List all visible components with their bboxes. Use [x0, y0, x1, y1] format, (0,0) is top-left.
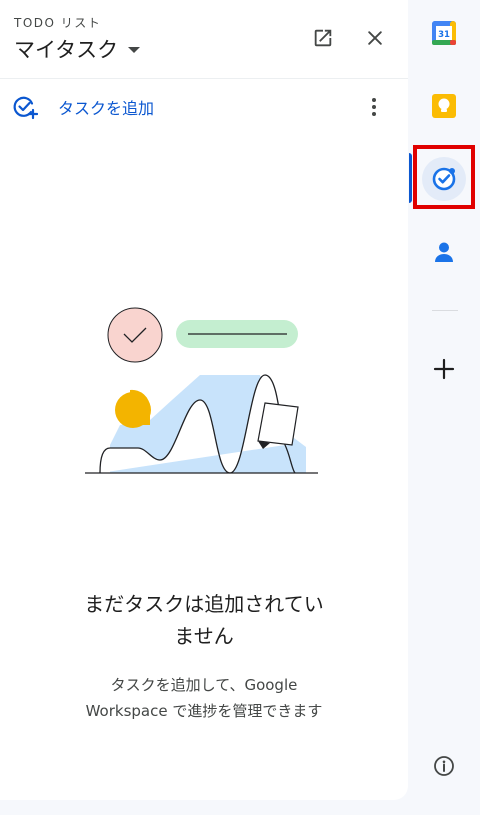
empty-state-title: まだタスクは追加されてい ません [40, 588, 368, 652]
more-vert-dot [372, 105, 376, 109]
keep-app-button[interactable] [422, 84, 466, 128]
rail-divider [432, 310, 458, 311]
add-task-row: タスクを追加 [0, 78, 408, 138]
empty-state-subtitle-line1: タスクを追加して、Google [110, 676, 298, 694]
highlight-box [413, 145, 475, 209]
open-in-new-icon [314, 29, 332, 47]
add-task-icon [13, 96, 38, 120]
more-vert-icon [372, 98, 376, 102]
get-add-ons-button[interactable] [422, 347, 466, 391]
empty-state-title-line2: ません [174, 624, 234, 648]
list-title: マイタスク [14, 38, 119, 62]
empty-state-title-line1: まだタスクは追加されてい [84, 592, 324, 616]
empty-state-subtitle-line2: Workspace で進捗を管理できます [85, 702, 323, 720]
caret-down-icon [128, 47, 141, 53]
close-icon [368, 31, 382, 45]
add-task-label: タスクを追加 [58, 99, 155, 118]
calendar-icon: 31 [432, 21, 456, 45]
list-selector[interactable]: マイタスク [14, 34, 141, 64]
empty-tasks-illustration [85, 307, 318, 474]
more-options-button[interactable] [362, 92, 386, 122]
side-panel-rail: 31 [408, 0, 480, 815]
open-in-new-tab-button[interactable] [309, 24, 337, 52]
contacts-app-button[interactable] [422, 230, 466, 274]
keep-icon [432, 94, 456, 118]
calendar-day-text: 31 [438, 30, 450, 40]
empty-state-subtitle: タスクを追加して、Google Workspace で進捗を管理できます [40, 672, 368, 724]
contacts-icon [435, 242, 453, 262]
tasks-panel: TODO リスト マイタスク タスクを追加 まだタスクは追加されてい ません タ… [0, 0, 408, 800]
close-button[interactable] [361, 24, 389, 52]
active-indicator [409, 153, 412, 203]
info-button[interactable] [422, 744, 466, 788]
plus-icon [433, 358, 455, 380]
info-icon [434, 756, 454, 776]
more-vert-dot [372, 112, 376, 116]
calendar-app-button[interactable]: 31 [422, 11, 466, 55]
add-task-button[interactable]: タスクを追加 [12, 94, 154, 120]
panel-header: TODO リスト マイタスク [0, 0, 408, 79]
panel-eyebrow: TODO リスト [14, 16, 102, 30]
